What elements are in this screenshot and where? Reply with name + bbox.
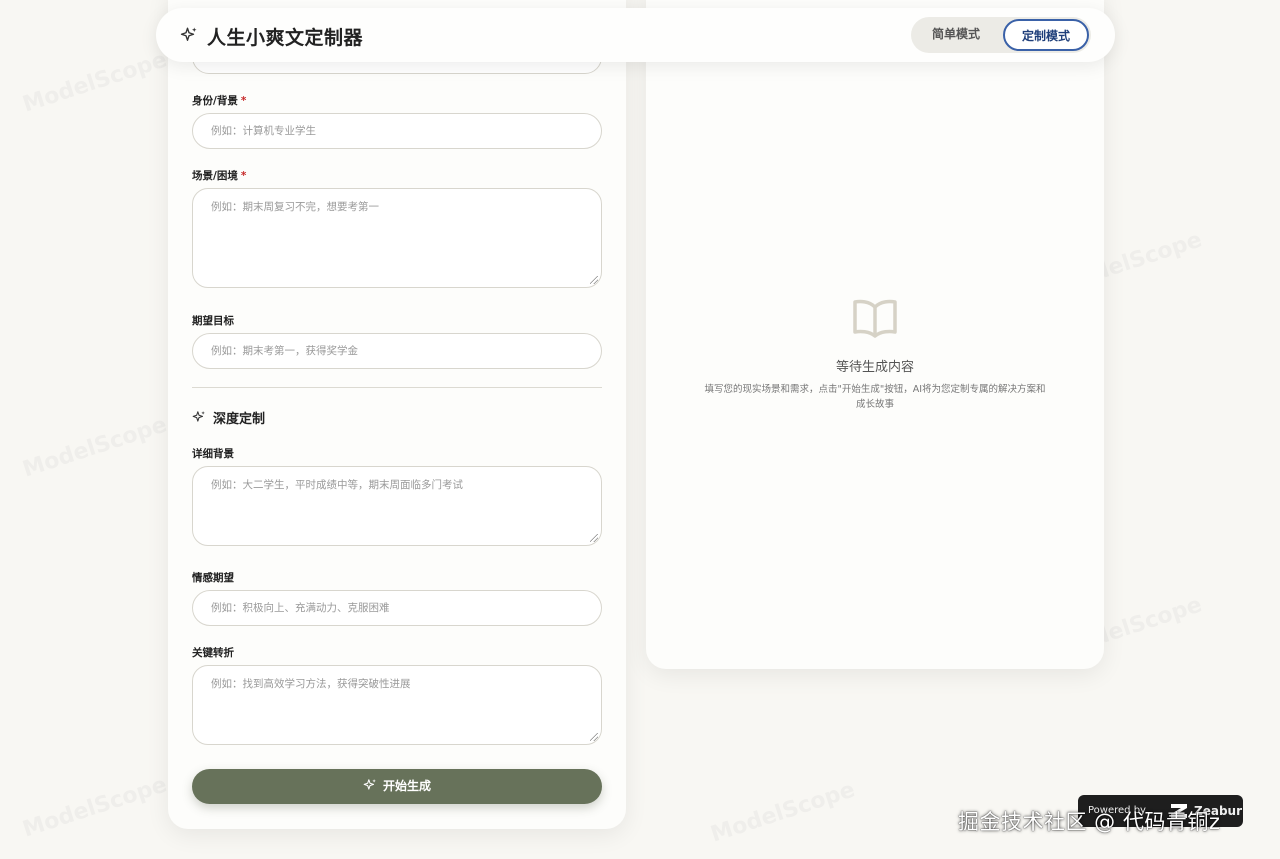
detail-label: 详细背景 bbox=[192, 448, 234, 460]
sparkle-icon bbox=[180, 27, 197, 41]
goal-label: 期望目标 bbox=[192, 315, 234, 327]
identity-input[interactable]: 例如：计算机专业学生 bbox=[192, 113, 602, 149]
resize-handle-icon[interactable] bbox=[590, 534, 598, 542]
empty-state-description: 填写您的现实场景和需求，点击"开始生成"按钮，AI将为您定制专属的解决方案和成长… bbox=[704, 384, 1046, 410]
simple-mode-button[interactable]: 简单模式 bbox=[913, 19, 999, 51]
author-watermark: 掘金技术社区 @ 代码青铜z bbox=[958, 810, 1221, 834]
generate-button[interactable]: 开始生成 bbox=[192, 769, 602, 804]
resize-handle-icon[interactable] bbox=[590, 733, 598, 741]
page: ModelScope ModelScope ModelScope ModelSc… bbox=[0, 0, 1280, 859]
sparkle-icon bbox=[192, 411, 205, 422]
watermark: ModelScope bbox=[707, 777, 859, 848]
app-title: 人生小爽文定制器 bbox=[207, 27, 364, 49]
watermark: ModelScope bbox=[19, 772, 171, 843]
turning-label: 关键转折 bbox=[192, 647, 234, 659]
custom-mode-button[interactable]: 定制模式 bbox=[1003, 19, 1089, 51]
scene-label: 场景/困境 * bbox=[192, 170, 247, 182]
resize-handle-icon[interactable] bbox=[590, 276, 598, 284]
scene-textarea[interactable]: 例如：期末周复习不完，想要考第一 bbox=[192, 188, 602, 288]
mode-switch: 简单模式 定制模式 bbox=[911, 17, 1091, 53]
detail-textarea[interactable]: 例如：大二学生，平时成绩中等，期末周面临多门考试 bbox=[192, 466, 602, 546]
app-header: 人生小爽文定制器 简单模式 定制模式 bbox=[156, 8, 1115, 62]
identity-label: 身份/背景 * bbox=[192, 95, 247, 107]
turning-textarea[interactable]: 例如：找到高效学习方法，获得突破性进展 bbox=[192, 665, 602, 745]
section-divider bbox=[192, 387, 602, 388]
empty-state-title: 等待生成内容 bbox=[835, 360, 914, 375]
emotion-label: 情感期望 bbox=[192, 572, 234, 584]
open-book-icon bbox=[853, 299, 897, 338]
emotion-input[interactable]: 例如：积极向上、充满动力、克服困难 bbox=[192, 590, 602, 626]
sparkle-icon bbox=[363, 779, 376, 790]
goal-input[interactable]: 例如：期末考第一，获得奖学金 bbox=[192, 333, 602, 369]
watermark: ModelScope bbox=[19, 47, 171, 118]
watermark: ModelScope bbox=[19, 412, 171, 483]
